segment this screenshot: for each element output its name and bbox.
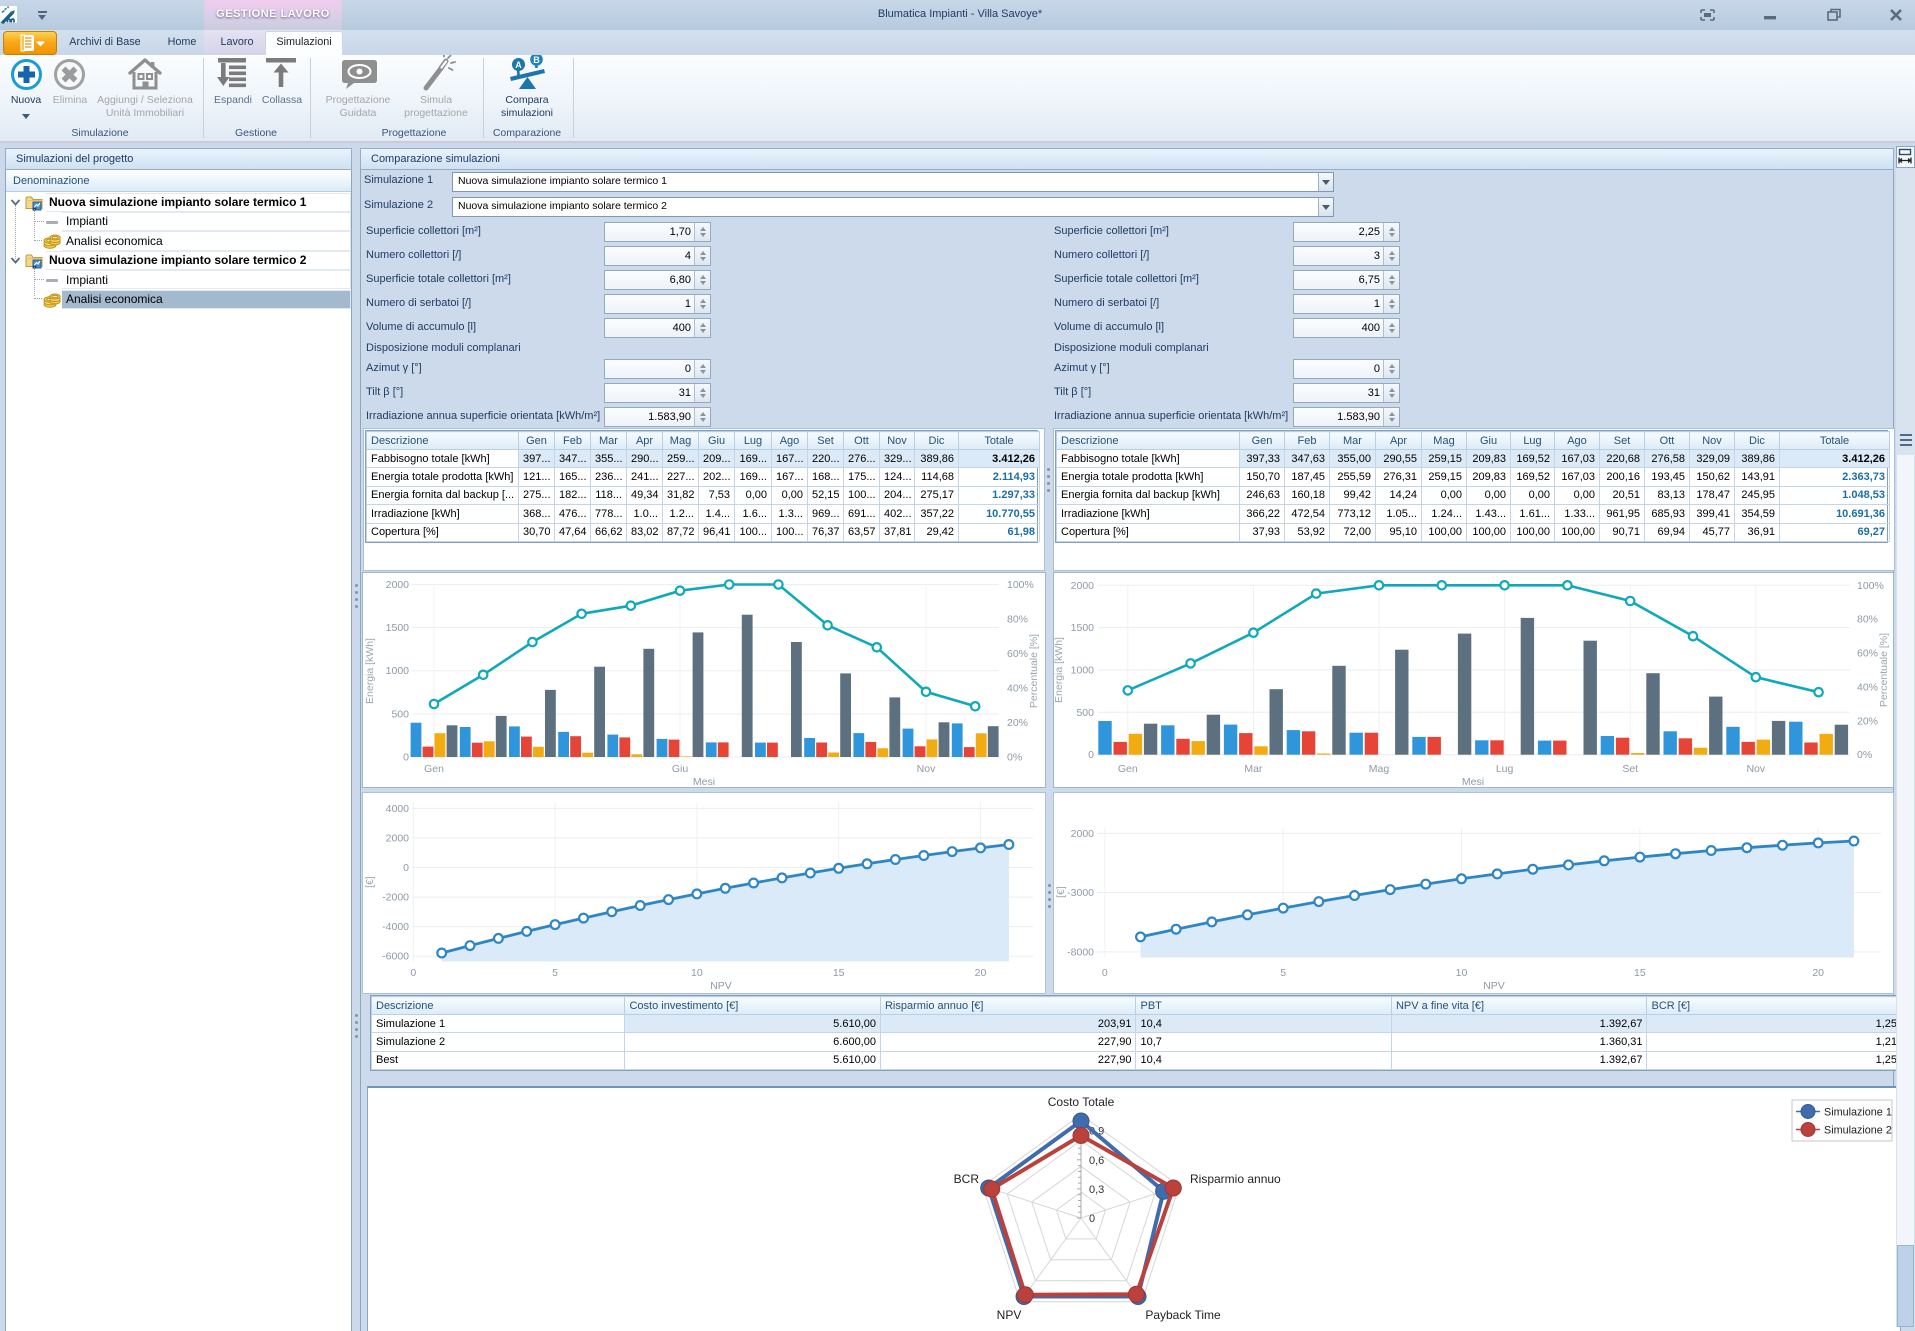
svg-text:0,6: 0,6	[1089, 1155, 1104, 1167]
svg-text:0%: 0%	[1007, 752, 1022, 764]
svg-text:10: 10	[691, 967, 703, 979]
svg-text:Gen: Gen	[1118, 763, 1138, 775]
svg-text:-3000: -3000	[1067, 887, 1094, 899]
svg-text:Risparmio annuo: Risparmio annuo	[1190, 1172, 1281, 1186]
svg-text:5: 5	[1280, 967, 1286, 979]
svg-text:Energia [kWh]: Energia [kWh]	[364, 638, 376, 704]
svg-text:60%: 60%	[1857, 648, 1878, 660]
svg-text:500: 500	[391, 708, 409, 720]
svg-text:1500: 1500	[1071, 622, 1095, 634]
svg-text:Energia [kWh]: Energia [kWh]	[1054, 637, 1065, 703]
svg-text:20%: 20%	[1007, 717, 1028, 729]
svg-text:40%: 40%	[1007, 683, 1028, 695]
svg-text:Giu: Giu	[672, 763, 689, 775]
svg-text:Gen: Gen	[424, 763, 444, 775]
svg-text:100%: 100%	[1007, 579, 1034, 591]
svg-text:NPV: NPV	[997, 1308, 1022, 1322]
svg-text:10: 10	[1456, 967, 1468, 979]
svg-text:1000: 1000	[386, 665, 410, 677]
svg-text:0%: 0%	[1857, 749, 1872, 761]
svg-text:B: B	[533, 55, 540, 65]
svg-text:NPV: NPV	[1483, 980, 1505, 992]
svg-text:0: 0	[1089, 1213, 1095, 1225]
svg-text:NPV: NPV	[710, 980, 732, 992]
svg-text:2000: 2000	[1071, 828, 1095, 840]
svg-text:Payback Time: Payback Time	[1145, 1308, 1221, 1322]
svg-text:20: 20	[975, 967, 987, 979]
svg-text:Nov: Nov	[1746, 763, 1765, 775]
svg-text:Mesi: Mesi	[693, 776, 715, 787]
svg-text:5: 5	[552, 967, 558, 979]
svg-text:Simulazione 2: Simulazione 2	[1824, 1125, 1892, 1137]
svg-text:BCR: BCR	[954, 1172, 980, 1186]
svg-text:Percentuale [%]: Percentuale [%]	[1028, 634, 1040, 708]
svg-text:80%: 80%	[1007, 614, 1028, 626]
svg-text:1500: 1500	[386, 622, 410, 634]
svg-text:15: 15	[833, 967, 845, 979]
svg-text:1000: 1000	[1071, 665, 1095, 677]
svg-text:[€]: [€]	[1055, 886, 1067, 898]
svg-text:0: 0	[403, 862, 409, 874]
svg-text:-2000: -2000	[382, 892, 409, 904]
svg-text:2000: 2000	[386, 832, 410, 844]
svg-text:0: 0	[410, 967, 416, 979]
svg-text:0: 0	[403, 752, 409, 764]
svg-text:Costo Totale: Costo Totale	[1048, 1095, 1115, 1109]
svg-text:Nov: Nov	[917, 763, 936, 775]
svg-text:Simulazione 1: Simulazione 1	[1824, 1107, 1892, 1119]
svg-text:Mag: Mag	[1369, 763, 1390, 775]
svg-text:Lug: Lug	[1496, 763, 1514, 775]
svg-text:A: A	[515, 60, 522, 70]
svg-text:-4000: -4000	[382, 921, 409, 933]
svg-text:Mar: Mar	[1244, 763, 1263, 775]
svg-text:[€]: [€]	[364, 876, 376, 888]
svg-text:60%: 60%	[1007, 648, 1028, 660]
svg-text:Set: Set	[1622, 763, 1638, 775]
svg-text:0: 0	[1088, 749, 1094, 761]
svg-text:500: 500	[1076, 707, 1094, 719]
svg-text:4000: 4000	[386, 803, 410, 815]
svg-text:-6000: -6000	[382, 951, 409, 963]
svg-text:0,3: 0,3	[1089, 1184, 1104, 1196]
svg-text:2000: 2000	[1071, 580, 1095, 592]
svg-text:80%: 80%	[1857, 614, 1878, 626]
svg-text:2000: 2000	[386, 579, 410, 591]
svg-text:0: 0	[1102, 967, 1108, 979]
svg-text:15: 15	[1634, 967, 1646, 979]
svg-text:20%: 20%	[1857, 715, 1878, 727]
svg-text:20: 20	[1812, 967, 1824, 979]
svg-text:Percentuale [%]: Percentuale [%]	[1878, 633, 1890, 707]
svg-text:Mesi: Mesi	[1462, 776, 1484, 787]
svg-text:40%: 40%	[1857, 681, 1878, 693]
svg-text:100%: 100%	[1857, 580, 1884, 592]
svg-text:-8000: -8000	[1067, 946, 1094, 958]
